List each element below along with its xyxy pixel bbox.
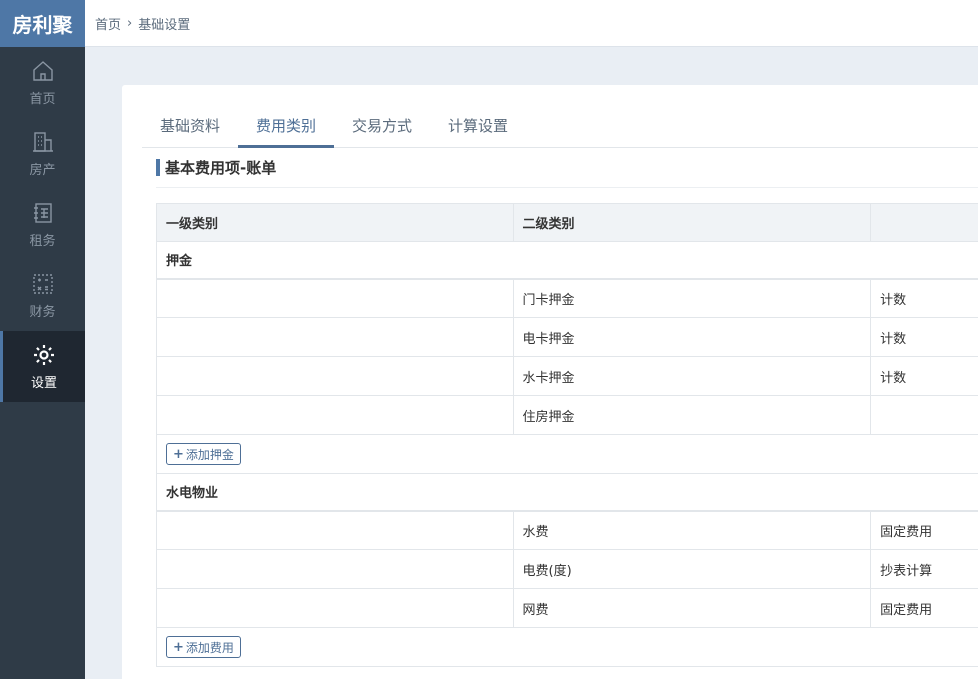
- table-cell: 计数: [870, 317, 978, 357]
- table-cell: [156, 278, 514, 318]
- table-cell: [156, 549, 514, 589]
- table-cell: 水卡押金: [512, 356, 872, 396]
- table-cell: 门卡押金: [512, 278, 872, 318]
- table-cell: 固定费用: [870, 510, 978, 550]
- table-row[interactable]: 水费 固定费用: [156, 510, 978, 550]
- sidebar-item-finance[interactable]: 财务: [0, 260, 85, 331]
- sidebar-item-rent[interactable]: 租务: [0, 189, 85, 260]
- add-deposit-button[interactable]: + 添加押金: [166, 443, 241, 465]
- chevron-right-icon: ›: [127, 15, 133, 31]
- sidebar-item-property[interactable]: 房产: [0, 118, 85, 189]
- logo[interactable]: 房利聚: [0, 0, 85, 47]
- table-cell: [156, 356, 514, 396]
- add-row: + 添加费用: [156, 627, 978, 667]
- home-icon: [32, 60, 53, 81]
- sidebar-item-settings[interactable]: 设置: [0, 331, 85, 402]
- section-title: 基本费用项-账单: [156, 157, 978, 188]
- gear-icon: [34, 344, 54, 365]
- tab-fee-category[interactable]: 费用类别: [238, 110, 335, 148]
- group-row: 押金: [156, 241, 978, 280]
- plus-icon: +: [173, 639, 184, 655]
- breadcrumb-home[interactable]: 首页: [95, 14, 121, 33]
- table-cell: 计数: [870, 356, 978, 396]
- table-cell: 住房押金: [512, 395, 872, 435]
- sidebar-item-label: 租务: [29, 233, 56, 249]
- add-fee-button[interactable]: + 添加费用: [166, 636, 241, 658]
- breadcrumb: 首页 › 基础设置: [85, 0, 978, 47]
- table-row[interactable]: 电卡押金 计数: [156, 317, 978, 357]
- table-row[interactable]: 网费 固定费用: [156, 588, 978, 628]
- table-cell: 固定费用: [870, 588, 978, 628]
- finance-icon: [32, 273, 53, 294]
- table-cell: [156, 588, 514, 628]
- sidebar-item-label: 设置: [30, 375, 57, 391]
- building-icon: [32, 131, 53, 152]
- tab-payment-method[interactable]: 交易方式: [334, 110, 430, 148]
- group-row: 水电物业: [156, 473, 978, 512]
- table-cell: 抄表计算: [870, 549, 978, 589]
- tab-calc-settings[interactable]: 计算设置: [430, 110, 526, 148]
- sidebar-item-label: 财务: [29, 304, 56, 320]
- table-cell: 计数: [870, 278, 978, 318]
- add-cell: + 添加费用: [156, 627, 978, 667]
- add-deposit-label: 添加押金: [185, 447, 234, 462]
- table-cell: 电卡押金: [512, 317, 872, 357]
- table-row[interactable]: 住房押金: [156, 395, 978, 435]
- column-header: 一级类别: [156, 203, 514, 242]
- sidebar: 房利聚 首页 房产 租务 财务 设置: [0, 0, 85, 679]
- sidebar-item-label: 首页: [29, 91, 56, 107]
- table-cell: [156, 395, 514, 435]
- add-row: + 添加押金: [156, 434, 978, 474]
- table-cell: 水费: [512, 510, 872, 550]
- sidebar-item-home[interactable]: 首页: [0, 47, 85, 118]
- table-cell: 网费: [512, 588, 872, 628]
- tab-bar: 基础资料 费用类别 交易方式 计算设置: [142, 110, 978, 148]
- rent-icon: [33, 202, 52, 223]
- table-cell: [156, 510, 514, 550]
- sidebar-item-label: 房产: [29, 162, 56, 178]
- fee-table: 一级类别 二级类别 押金 门卡押金 计数 电卡押金 计数 水卡押金 计数 住房押…: [156, 203, 978, 667]
- table-cell: 电费(度): [512, 549, 872, 589]
- breadcrumb-current: 基础设置: [138, 17, 191, 33]
- content-panel: 基础资料 费用类别 交易方式 计算设置 基本费用项-账单 一级类别 二级类别 押…: [122, 85, 978, 679]
- table-row[interactable]: 门卡押金 计数: [156, 278, 978, 318]
- column-header: [870, 203, 978, 242]
- plus-icon: +: [173, 446, 184, 462]
- group-name: 水电物业: [156, 473, 978, 512]
- add-cell: + 添加押金: [156, 434, 978, 474]
- table-cell: [156, 317, 514, 357]
- add-fee-label: 添加费用: [185, 640, 234, 655]
- column-header: 二级类别: [512, 203, 872, 242]
- table-row[interactable]: 水卡押金 计数: [156, 356, 978, 396]
- tab-basic-info[interactable]: 基础资料: [142, 110, 238, 148]
- table-row[interactable]: 电费(度) 抄表计算: [156, 549, 978, 589]
- group-name: 押金: [156, 241, 978, 280]
- table-cell: [870, 395, 978, 435]
